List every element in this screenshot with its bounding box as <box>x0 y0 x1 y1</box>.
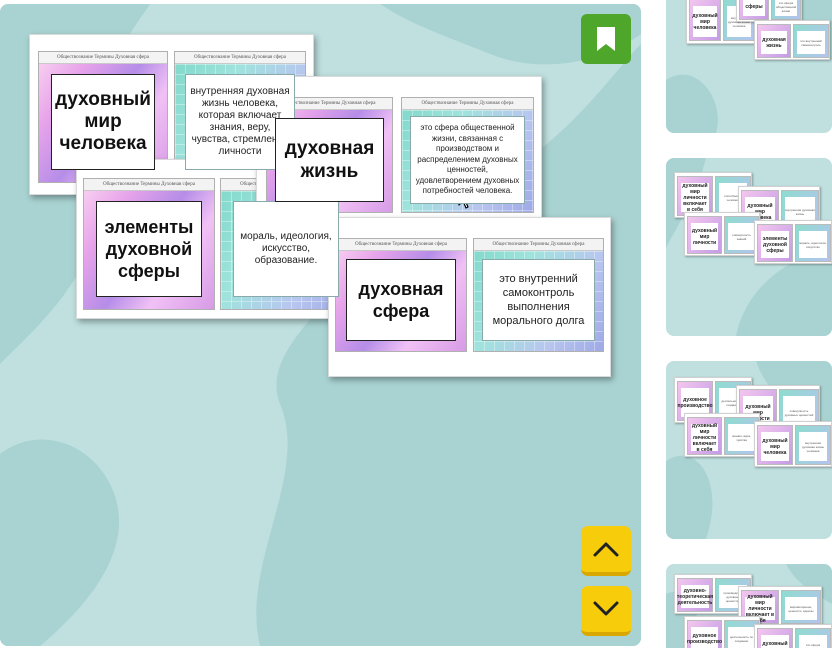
card-sheet-4: Обществознание Термины Духовная сфера ду… <box>328 217 611 377</box>
thumbnail-sheet: духовный мир личности совокупность знани… <box>684 212 760 256</box>
card-header-strip: Обществознание Термины Духовная сфера <box>336 239 466 251</box>
definition-text: это внутренний самоконтроль выполнения м… <box>482 259 595 341</box>
definition-text: мораль, идеология, искусство, образовани… <box>233 201 339 297</box>
definition-card: Обществознание Термины Духовная сфера эт… <box>401 97 534 213</box>
definition-card: Обществознание Термины Духовная сфера эт… <box>473 238 604 352</box>
term-text: духовная сфера <box>346 259 456 341</box>
term-text: духовный мир человека <box>51 74 155 170</box>
bookmark-button[interactable] <box>581 14 631 64</box>
term-card: Обществознание Термины Духовная сфера ду… <box>335 238 467 352</box>
thumbnail-sheet: элементы духовной сферы мораль, идеологи… <box>754 220 832 264</box>
card-header-strip: Обществознание Термины Духовная сфера <box>474 239 603 251</box>
app-root: Обществознание Термины Духовная сфера ду… <box>0 0 832 648</box>
chevron-up-icon <box>593 542 619 557</box>
slide-thumbnail-1[interactable]: духовный мир человека внутренняя духовна… <box>666 0 832 133</box>
card-header-strip: Обществознание Термины Духовная сфера <box>84 179 214 191</box>
card-header-strip: Обществознание Термины Духовная сфера <box>39 52 167 64</box>
next-slide-button[interactable] <box>581 586 631 636</box>
thumbnail-sheet: духовный мир это сфера духовной жизни <box>754 624 832 648</box>
slide-thumbnail-2[interactable]: духовный мир личности включает в себя сп… <box>666 158 832 336</box>
thumbnail-sheet: духовный мир человека внутренняя духовна… <box>754 421 832 467</box>
previous-slide-button[interactable] <box>581 526 631 576</box>
slide-preview: Обществознание Термины Духовная сфера ду… <box>0 4 641 646</box>
card-header-strip: Обществознание Термины Духовная сфера <box>402 98 533 110</box>
slide-thumbnail-4[interactable]: духовно-теоретическая деятельность произ… <box>666 564 832 648</box>
bookmark-icon <box>597 27 615 51</box>
term-text: духовная жизнь <box>275 118 384 202</box>
thumbnail-sheet: духовная жизнь это внутренний самоконтро… <box>754 20 830 60</box>
definition-text: это сфера общественной жизни, связанная … <box>410 116 525 204</box>
slide-thumbnail-3[interactable]: духовное производство деятельность по со… <box>666 361 832 539</box>
thumbnail-sheet: духовный мир личности включает в себя зн… <box>684 413 760 457</box>
term-text: элементы духовной сферы <box>96 201 202 297</box>
chevron-down-icon <box>593 601 619 616</box>
thumbnail-sheet: духовное производство деятельность по со… <box>684 616 760 648</box>
term-card: Обществознание Термины Духовная сфера эл… <box>83 178 215 310</box>
term-card: Обществознание Термины Духовная сфера ду… <box>38 51 168 183</box>
thumbnail-sheet: сферы это сфера общественной жизни <box>736 0 802 22</box>
card-header-strip: Обществознание Термины Духовная сфера <box>175 52 305 64</box>
